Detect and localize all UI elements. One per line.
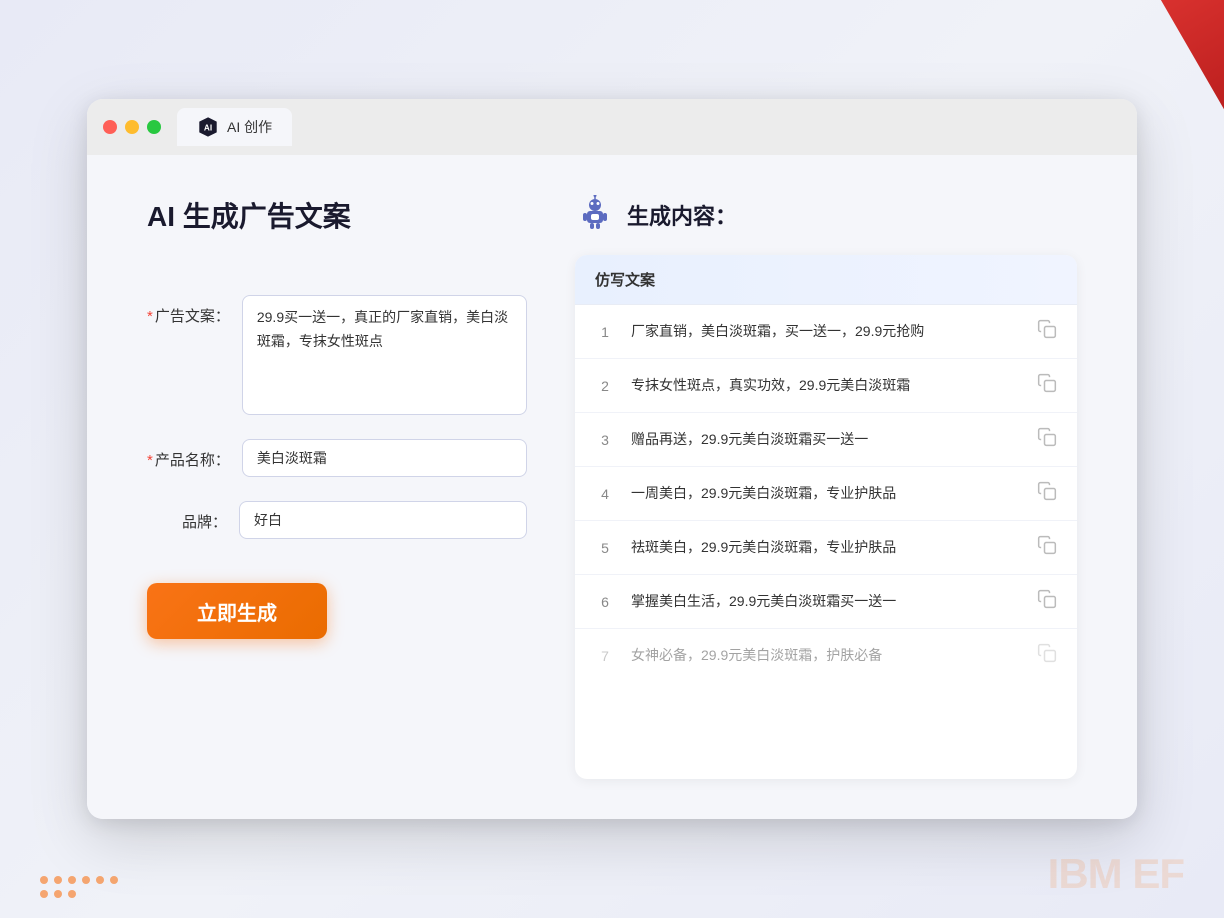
product-name-group: *产品名称： — [147, 439, 527, 477]
ai-tab[interactable]: AI AI 创作 — [177, 108, 292, 146]
browser-content: AI 生成广告文案 *广告文案： *产品名称： 品 — [87, 155, 1137, 819]
ai-tab-icon: AI — [197, 116, 219, 138]
result-text: 一周美白，29.9元美白淡斑霜，专业护肤品 — [631, 483, 1021, 504]
bottom-decoration: IBM EF — [0, 838, 1224, 918]
list-item: 2 专抹女性斑点，真实功效，29.9元美白淡斑霜 — [575, 359, 1077, 413]
dot — [54, 890, 62, 898]
close-button[interactable] — [103, 120, 117, 134]
result-text: 祛斑美白，29.9元美白淡斑霜，专业护肤品 — [631, 537, 1021, 558]
result-number: 1 — [595, 324, 615, 340]
dot — [40, 890, 48, 898]
traffic-lights — [103, 120, 161, 134]
copy-icon[interactable] — [1037, 589, 1057, 614]
list-item: 3 赠品再送，29.9元美白淡斑霜买一送一 — [575, 413, 1077, 467]
dot — [40, 876, 48, 884]
dot-cluster — [40, 876, 120, 898]
result-text: 掌握美白生活，29.9元美白淡斑霜买一送一 — [631, 591, 1021, 612]
right-panel: 生成内容： 仿写文案 1 厂家直销，美白淡斑霜，买一送一，29.9元抢购 2 专抹女… — [575, 195, 1077, 779]
list-item: 6 掌握美白生活，29.9元美白淡斑霜买一送一 — [575, 575, 1077, 629]
dot — [82, 876, 90, 884]
results-header-row: 生成内容： — [575, 195, 1077, 235]
svg-text:AI: AI — [204, 124, 212, 133]
dot — [68, 890, 76, 898]
list-item: 7 女神必备，29.9元美白淡斑霜，护肤必备 — [575, 629, 1077, 682]
copy-icon[interactable] — [1037, 535, 1057, 560]
brand-input[interactable] — [239, 501, 527, 539]
result-number: 3 — [595, 432, 615, 448]
result-number: 6 — [595, 594, 615, 610]
ad-copy-required: * — [147, 308, 153, 325]
brand-group: 品牌： — [147, 501, 527, 539]
ad-copy-input[interactable] — [242, 295, 527, 415]
minimize-button[interactable] — [125, 120, 139, 134]
dot — [110, 876, 118, 884]
product-name-label: *产品名称： — [147, 439, 230, 470]
result-number: 4 — [595, 486, 615, 502]
list-item: 4 一周美白，29.9元美白淡斑霜，专业护肤品 — [575, 467, 1077, 521]
browser-window: AI AI 创作 AI 生成广告文案 *广告文案： * — [87, 99, 1137, 819]
browser-chrome: AI AI 创作 — [87, 99, 1137, 155]
results-title: 生成内容： — [627, 199, 737, 231]
page-title: AI 生成广告文案 — [147, 195, 527, 235]
result-number: 5 — [595, 540, 615, 556]
robot-icon — [575, 195, 615, 235]
main-layout: AI 生成广告文案 *广告文案： *产品名称： 品 — [147, 195, 1077, 779]
list-item: 1 厂家直销，美白淡斑霜，买一送一，29.9元抢购 — [575, 305, 1077, 359]
copy-icon[interactable] — [1037, 481, 1057, 506]
ad-copy-label: *广告文案： — [147, 295, 230, 326]
ibm-ef-label: IBM EF — [1048, 850, 1184, 898]
copy-icon[interactable] — [1037, 427, 1057, 452]
generate-button[interactable]: 立即生成 — [147, 583, 327, 639]
results-container: 仿写文案 1 厂家直销，美白淡斑霜，买一送一，29.9元抢购 2 专抹女性斑点，真实… — [575, 255, 1077, 779]
maximize-button[interactable] — [147, 120, 161, 134]
copy-icon[interactable] — [1037, 319, 1057, 344]
dot — [96, 876, 104, 884]
result-text: 女神必备，29.9元美白淡斑霜，护肤必备 — [631, 645, 1021, 666]
dot — [68, 876, 76, 884]
list-item: 5 祛斑美白，29.9元美白淡斑霜，专业护肤品 — [575, 521, 1077, 575]
results-list: 1 厂家直销，美白淡斑霜，买一送一，29.9元抢购 2 专抹女性斑点，真实功效，29… — [575, 305, 1077, 682]
corner-decoration — [1064, 0, 1224, 160]
product-name-required: * — [147, 452, 153, 469]
result-text: 赠品再送，29.9元美白淡斑霜买一送一 — [631, 429, 1021, 450]
dot — [54, 876, 62, 884]
tab-label: AI 创作 — [227, 117, 272, 137]
result-text: 厂家直销，美白淡斑霜，买一送一，29.9元抢购 — [631, 321, 1021, 342]
result-text: 专抹女性斑点，真实功效，29.9元美白淡斑霜 — [631, 375, 1021, 396]
result-number: 7 — [595, 648, 615, 664]
results-column-header: 仿写文案 — [575, 255, 1077, 305]
copy-icon[interactable] — [1037, 373, 1057, 398]
brand-label: 品牌： — [147, 501, 227, 532]
result-number: 2 — [595, 378, 615, 394]
copy-icon[interactable] — [1037, 643, 1057, 668]
ad-copy-group: *广告文案： — [147, 295, 527, 415]
left-panel: AI 生成广告文案 *广告文案： *产品名称： 品 — [147, 195, 527, 779]
product-name-input[interactable] — [242, 439, 527, 477]
